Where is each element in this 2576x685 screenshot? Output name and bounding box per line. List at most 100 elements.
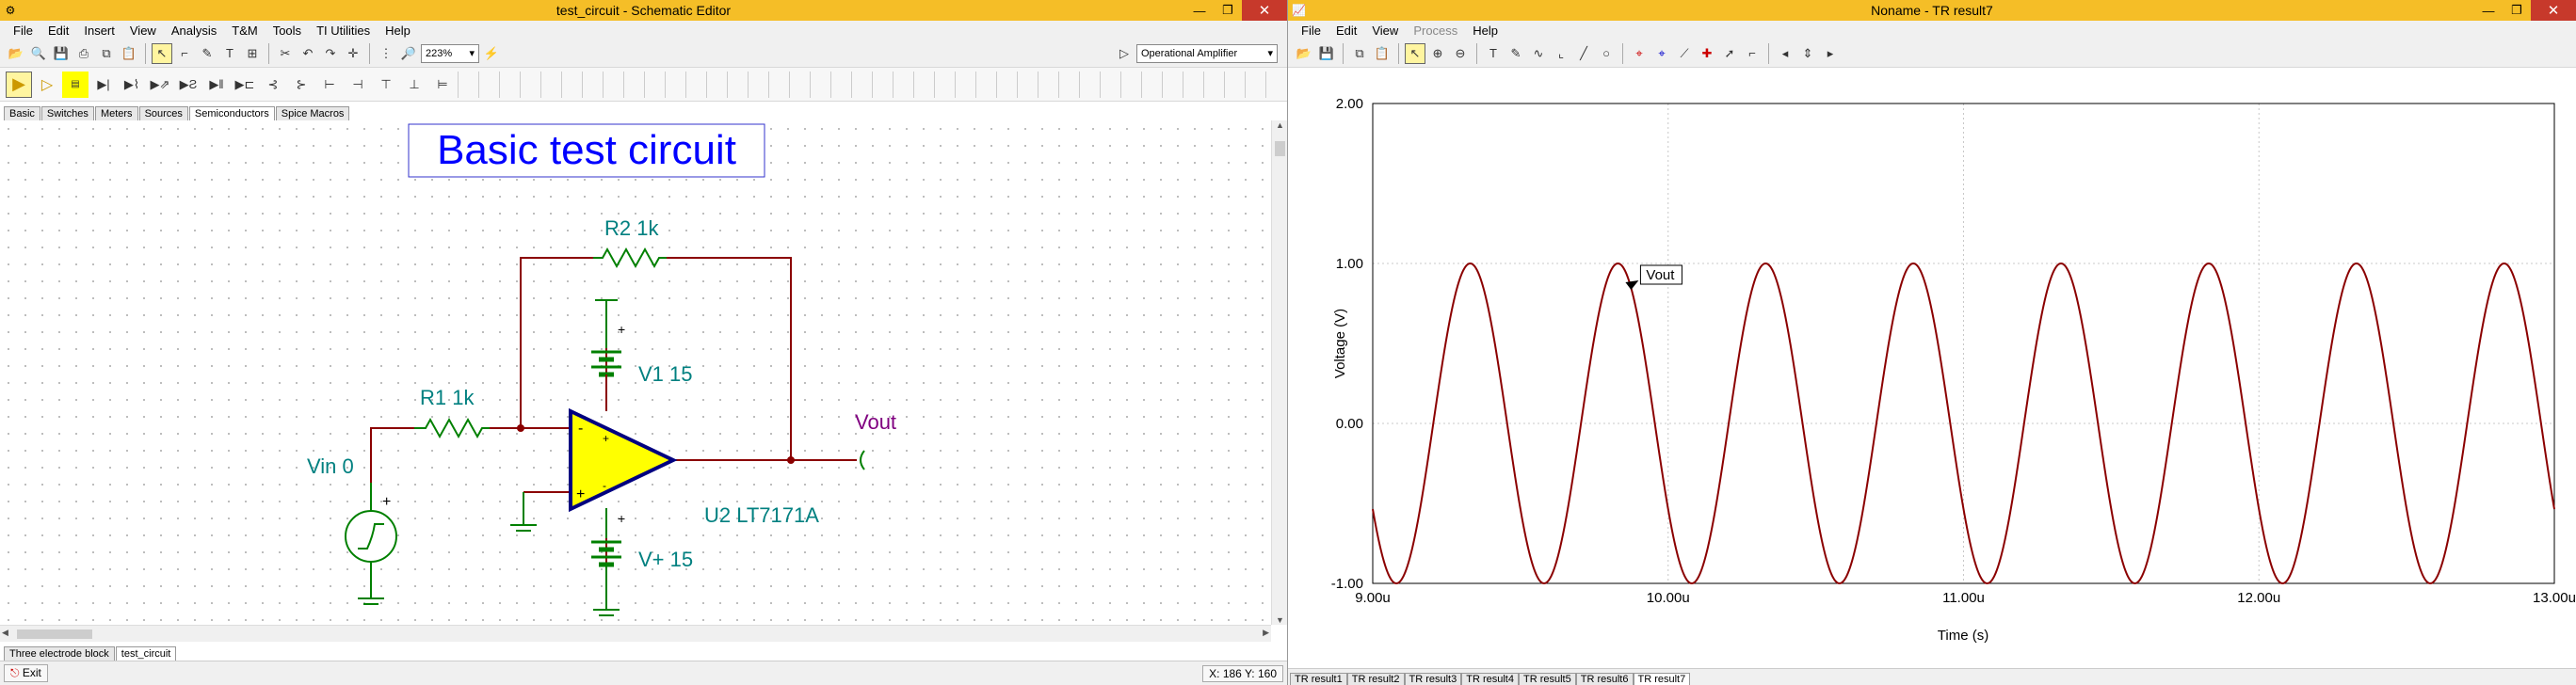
menu-help[interactable]: Help bbox=[1465, 24, 1505, 38]
close-icon[interactable]: ✕ bbox=[2531, 0, 2576, 21]
palette-tab-semiconductors[interactable]: Semiconductors bbox=[188, 106, 275, 120]
result-tab-4[interactable]: TR result4 bbox=[1461, 673, 1519, 685]
menu-edit[interactable]: Edit bbox=[40, 24, 76, 38]
vertical-scrollbar[interactable]: ▲ ▼ bbox=[1271, 120, 1287, 625]
next-icon[interactable]: ▸ bbox=[1820, 43, 1841, 64]
r1-resistor[interactable] bbox=[414, 417, 490, 439]
up-down-icon[interactable]: ⇕ bbox=[1797, 43, 1818, 64]
marker-add-icon[interactable]: ✚ bbox=[1697, 43, 1717, 64]
paste-icon[interactable]: 📋 bbox=[119, 43, 139, 64]
save-icon[interactable]: 💾 bbox=[51, 43, 72, 64]
zoom-icon[interactable]: 🔎 bbox=[398, 43, 419, 64]
open-icon[interactable]: 📂 bbox=[6, 43, 26, 64]
doc-tab-test-circuit[interactable]: test_circuit bbox=[115, 646, 177, 661]
result-tab-2[interactable]: TR result2 bbox=[1346, 673, 1405, 685]
marker-move-icon[interactable]: ➚ bbox=[1719, 43, 1740, 64]
prev-icon[interactable]: ◂ bbox=[1775, 43, 1795, 64]
jfet-icon[interactable]: ⊢ bbox=[316, 72, 343, 98]
tunnel-diode-icon[interactable]: ▶⊏ bbox=[232, 72, 258, 98]
comparator-icon[interactable]: ▷ bbox=[34, 72, 60, 98]
npn-icon[interactable]: ⊰ bbox=[260, 72, 286, 98]
close-icon[interactable]: ✕ bbox=[1242, 0, 1287, 21]
menu-insert[interactable]: Insert bbox=[76, 24, 122, 38]
open-icon[interactable]: 📂 bbox=[1294, 43, 1314, 64]
line-icon[interactable]: ╱ bbox=[1573, 43, 1594, 64]
palette-tab-meters[interactable]: Meters bbox=[94, 106, 138, 120]
result-tab-3[interactable]: TR result3 bbox=[1404, 673, 1462, 685]
app-icon[interactable]: ⚙ bbox=[4, 4, 17, 17]
palette-tab-spice-macros[interactable]: Spice Macros bbox=[275, 106, 350, 120]
menu-tm[interactable]: T&M bbox=[224, 24, 265, 38]
pen-icon[interactable]: ✎ bbox=[1505, 43, 1526, 64]
ruler-icon[interactable]: ⌐ bbox=[1742, 43, 1763, 64]
exit-button[interactable]: ⎋ Exit bbox=[4, 664, 48, 682]
minimize-icon[interactable]: — bbox=[1185, 0, 1214, 21]
copy-icon[interactable]: ⧉ bbox=[1349, 43, 1370, 64]
schematic-canvas[interactable]: Basic test circuit - + + - + + + R2 1k R… bbox=[0, 120, 1271, 625]
pnp-icon[interactable]: ⊱ bbox=[288, 72, 314, 98]
menu-file[interactable]: File bbox=[1294, 24, 1328, 38]
result-tab-7[interactable]: TR result7 bbox=[1633, 673, 1691, 685]
grid-icon[interactable]: ⋮ bbox=[376, 43, 396, 64]
place-component-icon[interactable]: ▷ bbox=[1114, 43, 1135, 64]
symbol-icon[interactable]: ⊞ bbox=[242, 43, 263, 64]
text-icon[interactable]: T bbox=[219, 43, 240, 64]
menu-view[interactable]: View bbox=[122, 24, 164, 38]
horizontal-scroll-thumb[interactable] bbox=[17, 629, 92, 639]
menu-analysis[interactable]: Analysis bbox=[164, 24, 224, 38]
pen-icon[interactable]: ✎ bbox=[197, 43, 217, 64]
component-icon[interactable]: ⚡ bbox=[481, 43, 502, 64]
save-icon[interactable]: 💾 bbox=[1316, 43, 1337, 64]
vout-connector[interactable] bbox=[860, 450, 865, 470]
undo-icon[interactable]: ↶ bbox=[298, 43, 318, 64]
thyristor-icon[interactable]: ⊨ bbox=[429, 72, 456, 98]
r2-resistor[interactable] bbox=[593, 247, 667, 269]
diode-icon[interactable]: ▶| bbox=[90, 72, 117, 98]
igbt-icon[interactable]: ⊥ bbox=[401, 72, 427, 98]
scroll-left-icon[interactable]: ◀ bbox=[2, 628, 8, 638]
menu-view[interactable]: View bbox=[1364, 24, 1406, 38]
component-select[interactable]: Operational Amplifier ▾ bbox=[1136, 43, 1278, 63]
cursor-b-icon[interactable]: ⌖ bbox=[1651, 43, 1672, 64]
scroll-down-icon[interactable]: ▼ bbox=[1272, 615, 1287, 625]
menu-help[interactable]: Help bbox=[378, 24, 418, 38]
menu-edit[interactable]: Edit bbox=[1328, 24, 1364, 38]
zoom-in-icon[interactable]: ⊕ bbox=[1427, 43, 1448, 64]
menu-process[interactable]: Process bbox=[1406, 24, 1465, 38]
select-arrow-icon[interactable]: ↖ bbox=[152, 42, 172, 64]
cursor-a-icon[interactable]: ⌖ bbox=[1629, 43, 1650, 64]
palette-tab-basic[interactable]: Basic bbox=[4, 106, 40, 120]
minimize-icon[interactable]: — bbox=[2474, 0, 2503, 21]
scroll-up-icon[interactable]: ▲ bbox=[1272, 120, 1287, 130]
palette-tab-sources[interactable]: Sources bbox=[138, 106, 188, 120]
wire-icon[interactable]: ⌐ bbox=[174, 43, 195, 64]
curve-icon[interactable]: ∿ bbox=[1528, 43, 1549, 64]
result-tab-1[interactable]: TR result1 bbox=[1290, 673, 1347, 685]
varactor-icon[interactable]: ▶‖ bbox=[203, 72, 230, 98]
doc-tab-three-electrode-block[interactable]: Three electrode block bbox=[4, 646, 115, 661]
zoom-out-icon[interactable]: ⊖ bbox=[1450, 43, 1471, 64]
menu-file[interactable]: File bbox=[6, 24, 40, 38]
mosfet-icon[interactable]: ⊣ bbox=[345, 72, 371, 98]
print-icon[interactable]: ⎙ bbox=[73, 43, 94, 64]
chart-area[interactable]: 2.00 1.00 0.00 -1.00 9.00u 10.00u 11.00u 12.00… bbox=[1288, 69, 2576, 668]
opamp-u2[interactable] bbox=[569, 407, 678, 513]
rotate-icon[interactable]: ✛ bbox=[343, 43, 363, 64]
paste-icon[interactable]: 📋 bbox=[1372, 43, 1393, 64]
scroll-right-icon[interactable]: ▶ bbox=[1263, 628, 1269, 638]
circle-icon[interactable]: ○ bbox=[1596, 43, 1617, 64]
menu-tools[interactable]: Tools bbox=[266, 24, 309, 38]
redo-icon[interactable]: ↷ bbox=[320, 43, 341, 64]
mosfet-p-icon[interactable]: ⊤ bbox=[373, 72, 399, 98]
select-arrow-icon[interactable]: ↖ bbox=[1405, 42, 1425, 64]
maximize-icon[interactable]: ❐ bbox=[2503, 0, 2531, 21]
cut-icon[interactable]: ✂ bbox=[275, 43, 296, 64]
zener-icon[interactable]: ▶⌇ bbox=[119, 72, 145, 98]
vertical-scroll-thumb[interactable] bbox=[1275, 141, 1285, 156]
graph-app-icon[interactable]: 📈 bbox=[1292, 4, 1306, 17]
zoom-select[interactable]: 223% ▾ bbox=[421, 43, 479, 63]
copy-icon[interactable]: ⧉ bbox=[96, 43, 117, 64]
led-icon[interactable]: ▶⇗ bbox=[147, 72, 173, 98]
palette-tab-switches[interactable]: Switches bbox=[40, 106, 94, 120]
maximize-icon[interactable]: ❐ bbox=[1214, 0, 1242, 21]
